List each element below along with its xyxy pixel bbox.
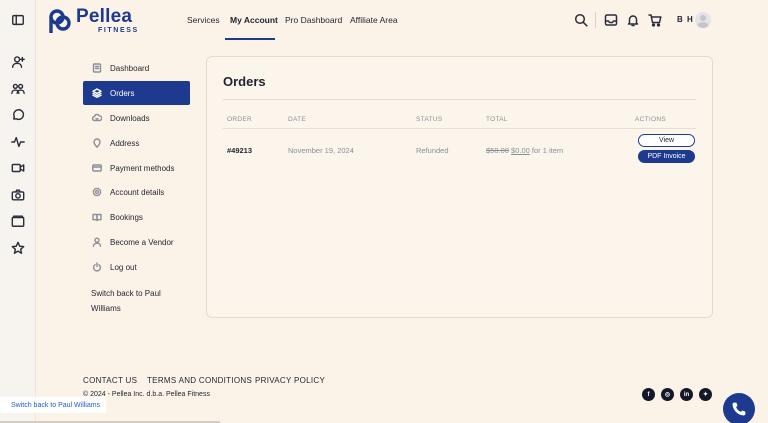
location-pin-icon	[91, 137, 103, 149]
twitter-icon[interactable]: ✦	[699, 388, 712, 401]
user-add-icon[interactable]	[10, 54, 26, 70]
sidebar-item-account-details[interactable]: Account details	[83, 180, 190, 204]
sidebar-item-label: Account details	[110, 187, 165, 197]
nav-my-account[interactable]: My Account	[230, 15, 278, 25]
nav-services[interactable]: Services	[187, 15, 220, 25]
column-header-actions: ACTIONS	[635, 116, 666, 123]
person-icon	[91, 236, 103, 248]
phone-icon	[732, 402, 746, 416]
camera-icon[interactable]	[10, 187, 26, 203]
video-icon[interactable]	[10, 160, 26, 176]
layers-icon	[91, 87, 103, 99]
linkedin-icon[interactable]: in	[680, 388, 693, 401]
sidebar-item-payment-methods[interactable]: Payment methods	[83, 156, 190, 180]
brand-name: Pellea	[76, 6, 133, 27]
credit-card-icon	[91, 162, 103, 174]
order-total-original: $50.00	[486, 146, 509, 155]
sidebar-item-label: Log out	[110, 262, 137, 272]
sidebar-item-label: Address	[110, 138, 140, 148]
sidebar-item-label: Downloads	[110, 113, 150, 123]
column-header-status: STATUS	[416, 116, 443, 123]
activity-icon[interactable]	[10, 134, 26, 150]
sidebar-item-downloads[interactable]: Downloads	[83, 106, 190, 130]
column-header-date: DATE	[288, 116, 307, 123]
sidebar-item-bookings[interactable]: Bookings	[83, 205, 190, 229]
order-status: Refunded	[416, 146, 449, 155]
order-number-link[interactable]: #49213	[227, 146, 252, 155]
pdf-invoice-button[interactable]: PDF Invoice	[638, 150, 695, 163]
star-icon[interactable]	[10, 240, 26, 256]
cart-icon[interactable]	[648, 13, 662, 27]
inbox-icon[interactable]	[604, 13, 618, 27]
view-order-button[interactable]: View	[638, 134, 695, 147]
logo-mark-icon	[48, 8, 72, 34]
power-icon	[91, 261, 103, 273]
sidebar-item-dashboard[interactable]: Dashboard	[83, 56, 190, 80]
page-title: Orders	[223, 74, 266, 89]
sidebar-item-label: Orders	[110, 88, 135, 98]
search-icon[interactable]	[574, 13, 588, 27]
sidebar-item-log-out[interactable]: Log out	[83, 255, 190, 279]
sidebar-item-orders[interactable]: Orders	[83, 81, 190, 105]
book-icon	[91, 211, 103, 223]
sidebar-item-label: Dashboard	[110, 63, 150, 73]
footer-privacy-link[interactable]: PRIVACY POLICY	[255, 376, 325, 385]
header-divider	[595, 12, 596, 28]
order-date: November 19, 2024	[288, 146, 354, 155]
brand-subtitle: FITNESS	[98, 27, 139, 34]
sidebar-item-label: Payment methods	[110, 163, 175, 173]
orders-panel: Orders ORDER DATE STATUS TOTAL ACTIONS #…	[206, 56, 713, 318]
brand-logo[interactable]: Pellea FITNESS	[48, 7, 139, 34]
header-divider-row	[223, 128, 696, 129]
column-header-total: TOTAL	[486, 116, 508, 123]
order-total-final: $0.00	[511, 146, 530, 155]
chat-icon[interactable]	[10, 107, 26, 123]
order-total: $50.00 $0.00 for 1 item	[486, 146, 563, 155]
folder-icon[interactable]	[10, 213, 26, 229]
instagram-icon[interactable]: ◎	[661, 388, 674, 401]
left-rail	[0, 0, 36, 423]
nav-affiliate-area[interactable]: Affiliate Area	[350, 15, 398, 25]
footer-contact-link[interactable]: CONTACT US	[83, 376, 137, 385]
facebook-icon[interactable]: f	[642, 388, 655, 401]
nav-pro-dashboard[interactable]: Pro Dashboard	[285, 15, 342, 25]
switch-back-bar[interactable]: Switch back to Paul Williams	[0, 397, 106, 413]
sidebar-item-address[interactable]: Address	[83, 131, 190, 155]
switch-back-link[interactable]: Switch back to Paul Williams	[91, 286, 181, 316]
bell-icon[interactable]	[626, 13, 640, 27]
column-header-order: ORDER	[227, 116, 252, 123]
nav-active-indicator	[225, 38, 275, 40]
order-total-suffix: for 1 item	[531, 146, 564, 155]
avatar[interactable]	[695, 12, 711, 28]
users-icon[interactable]	[10, 81, 26, 97]
footer-terms-link[interactable]: TERMS AND CONDITIONS	[147, 376, 252, 385]
sidebar-item-label: Become a Vendor	[110, 237, 174, 247]
settings-icon	[91, 186, 103, 198]
sidebar-item-label: Bookings	[110, 212, 143, 222]
user-initials[interactable]: B H	[677, 15, 694, 24]
cloud-download-icon	[91, 112, 103, 124]
call-button[interactable]	[723, 393, 755, 423]
dashboard-icon	[91, 62, 103, 74]
sidebar-item-become-vendor[interactable]: Become a Vendor	[83, 230, 190, 254]
title-divider	[223, 99, 696, 100]
sidebar-toggle-icon[interactable]	[10, 12, 26, 28]
